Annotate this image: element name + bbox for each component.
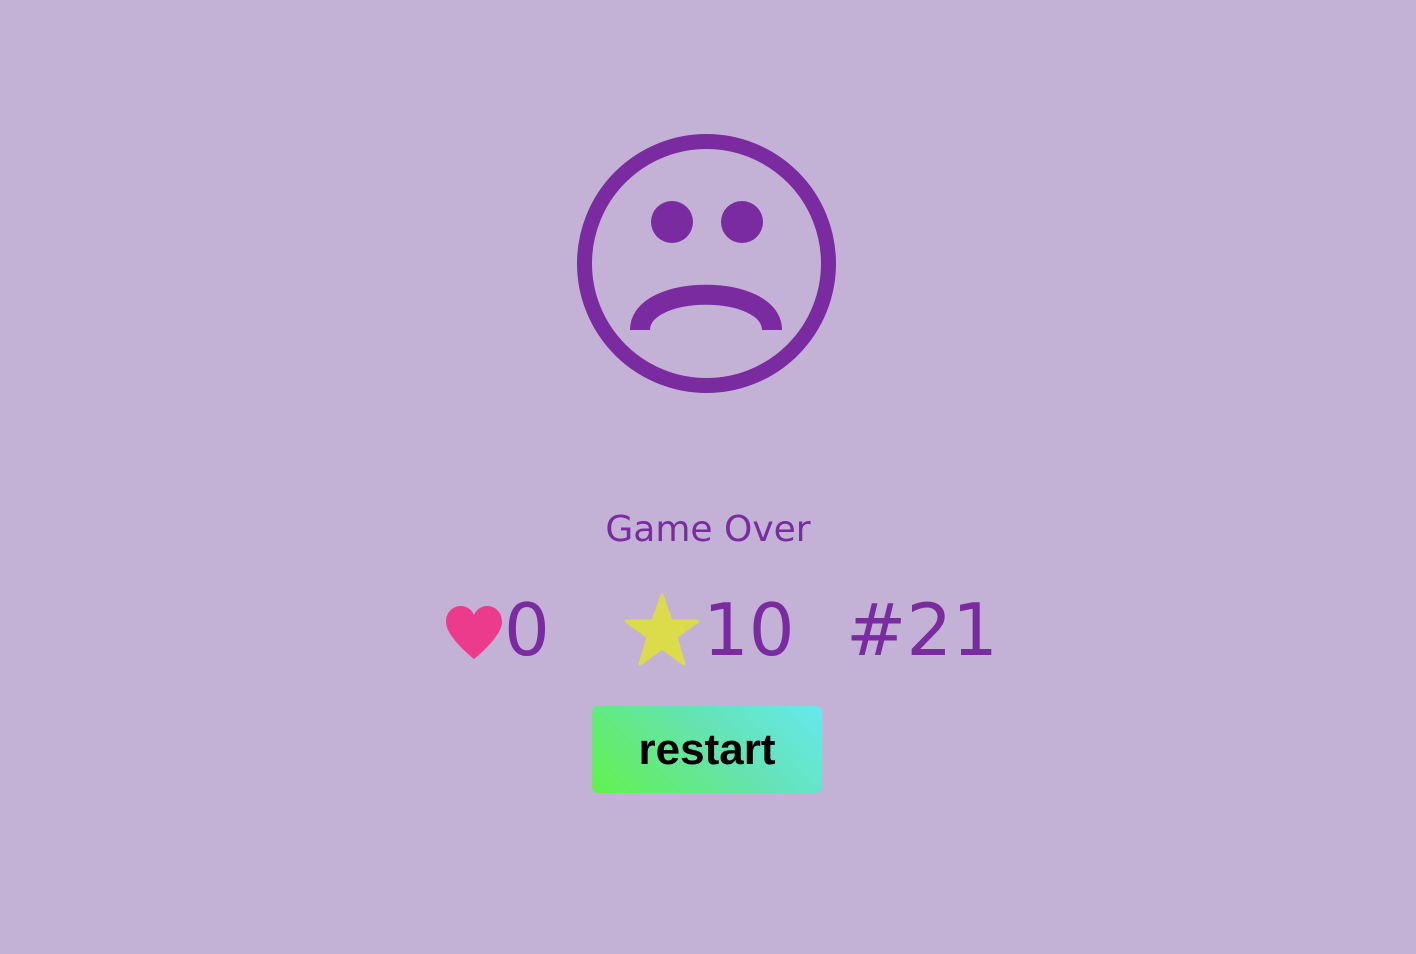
lives-stat: 0 [444,590,550,670]
stars-stat: 10 [625,590,795,670]
level-number: #21 [846,588,998,672]
heart-icon [446,606,502,659]
stats-bar: 0 10 #21 [0,590,1416,670]
game-over-title: Game Over [605,509,811,550]
restart-button[interactable]: restart [592,706,822,793]
sad-face-icon [577,134,836,393]
game-over-screen: Game Over 0 10 #21 restart [0,0,1416,954]
stars-count: 10 [703,588,795,672]
level-stat: #21 [846,590,998,670]
star-icon [625,593,699,666]
lives-count: 0 [504,588,550,672]
